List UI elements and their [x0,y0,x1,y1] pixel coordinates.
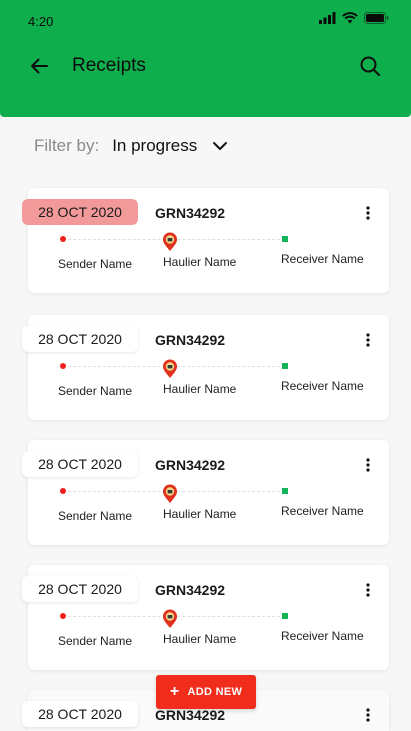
date-badge: 28 OCT 2020 [22,701,138,727]
haulier-name: Haulier Name [163,507,237,521]
receiver-name: Receiver Name [281,379,364,393]
sender-dot-icon [60,363,66,369]
sender-name: Sender Name [58,257,133,271]
filter-label: Filter by: [34,136,100,155]
receiver-square-icon [282,236,288,242]
date-badge: 28 OCT 2020 [22,199,138,225]
chevron-down-icon[interactable] [211,137,229,155]
sender-name: Sender Name [58,509,133,523]
map-pin-icon [163,232,177,251]
filter-value[interactable]: In progress [112,136,197,156]
app-bar: 4:20 Receipts [0,0,411,117]
receiver-name: Receiver Name [281,629,364,643]
add-new-button[interactable]: + ADD NEW [156,675,256,709]
grn-number: GRN34292 [155,582,226,598]
status-bar: 4:20 [0,0,411,40]
battery-icon [364,12,389,24]
sender-dot-icon [60,613,66,619]
receipt-card[interactable]: 28 OCT 2020 GRN34292 Sender Name Haulier… [22,315,389,420]
sender-dot-icon [60,488,66,494]
status-time: 4:20 [28,14,54,29]
map-pin-icon [163,359,177,378]
plus-icon: + [169,683,180,700]
date-badge: 28 OCT 2020 [22,451,138,477]
sender-name: Sender Name [58,384,133,398]
receiver-name: Receiver Name [281,504,364,518]
sender-name: Sender Name [58,634,133,648]
receiver-square-icon [282,363,288,369]
search-icon[interactable] [357,53,383,79]
arrow-left-icon[interactable] [26,53,52,79]
receipt-card[interactable]: 28 OCT 2020 GRN34292 Sender Name Haulier… [22,440,389,545]
sender-dot-icon [60,236,66,242]
grn-number: GRN34292 [155,205,226,221]
add-new-label: ADD NEW [187,686,243,698]
receipt-card[interactable]: 28 OCT 2020 GRN34292 Sender Name Haulier… [22,565,389,670]
grn-number: GRN34292 [155,332,226,348]
more-vertical-icon[interactable] [362,204,374,222]
haulier-name: Haulier Name [163,255,237,269]
date-badge: 28 OCT 2020 [22,326,138,352]
haulier-name: Haulier Name [163,632,237,646]
status-icons [319,12,389,24]
grn-number: GRN34292 [155,457,226,473]
more-vertical-icon[interactable] [362,581,374,599]
receiver-name: Receiver Name [281,252,364,266]
map-pin-icon [163,484,177,503]
more-vertical-icon[interactable] [362,456,374,474]
receiver-square-icon [282,613,288,619]
signal-icon [319,12,336,24]
grn-number: GRN34292 [155,707,226,723]
haulier-name: Haulier Name [163,382,237,396]
receiver-square-icon [282,488,288,494]
receipt-card[interactable]: 28 OCT 2020 GRN34292 Sender Name Haulier… [22,188,389,293]
more-vertical-icon[interactable] [362,706,374,724]
date-badge: 28 OCT 2020 [22,576,138,602]
more-vertical-icon[interactable] [362,331,374,349]
filter-bar[interactable]: Filter by: In progress [34,134,229,158]
map-pin-icon [163,609,177,628]
wifi-icon [342,12,358,24]
page-title: Receipts [72,55,146,76]
